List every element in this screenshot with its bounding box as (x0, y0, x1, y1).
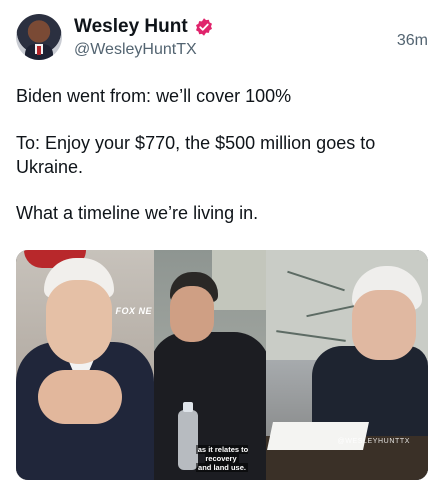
author-name[interactable]: Wesley Hunt (74, 16, 188, 38)
media-panel-2: as it relates to recovery and land use. (154, 250, 266, 480)
author-name-row: Wesley Hunt (74, 16, 214, 38)
paper-shape (267, 422, 369, 450)
author-handle[interactable]: @WesleyHuntTX (74, 41, 197, 59)
video-caption: as it relates to recovery and land use. (180, 445, 264, 472)
figure-hands-shape (38, 370, 122, 424)
verified-badge-icon (195, 18, 212, 36)
media-image[interactable]: FOX NE as it relates to recovery and lan… (16, 250, 428, 480)
background-map-shape (212, 250, 266, 310)
avatar-tie-shape (37, 46, 41, 55)
tweet-line-2: To: Enjoy your $770, the $500 million go… (16, 133, 376, 177)
figure-face-shape (352, 290, 416, 360)
caption-line-1: as it relates to recovery (195, 445, 249, 463)
tweet-line-3: What a timeline we’re living in. (16, 203, 259, 223)
post-timestamp[interactable]: 36m (397, 32, 428, 50)
figure-face-shape (170, 286, 214, 342)
watermark: @WESLEYHUNTTX (337, 438, 410, 445)
avatar[interactable] (16, 14, 62, 60)
media-panel-3: @WESLEYHUNTTX (266, 250, 428, 480)
media-panel-1: FOX NE (16, 250, 154, 480)
network-label: FOX NE (115, 306, 152, 316)
figure-face-shape (46, 280, 112, 364)
tweet-line-1: Biden went from: we’ll cover 100% (16, 86, 292, 106)
caption-line-2: and land use. (196, 463, 248, 472)
tweet-text: Biden went from: we’ll cover 100% To: En… (16, 84, 428, 247)
post-header: Wesley Hunt @WesleyHuntTX 36m (16, 14, 428, 66)
